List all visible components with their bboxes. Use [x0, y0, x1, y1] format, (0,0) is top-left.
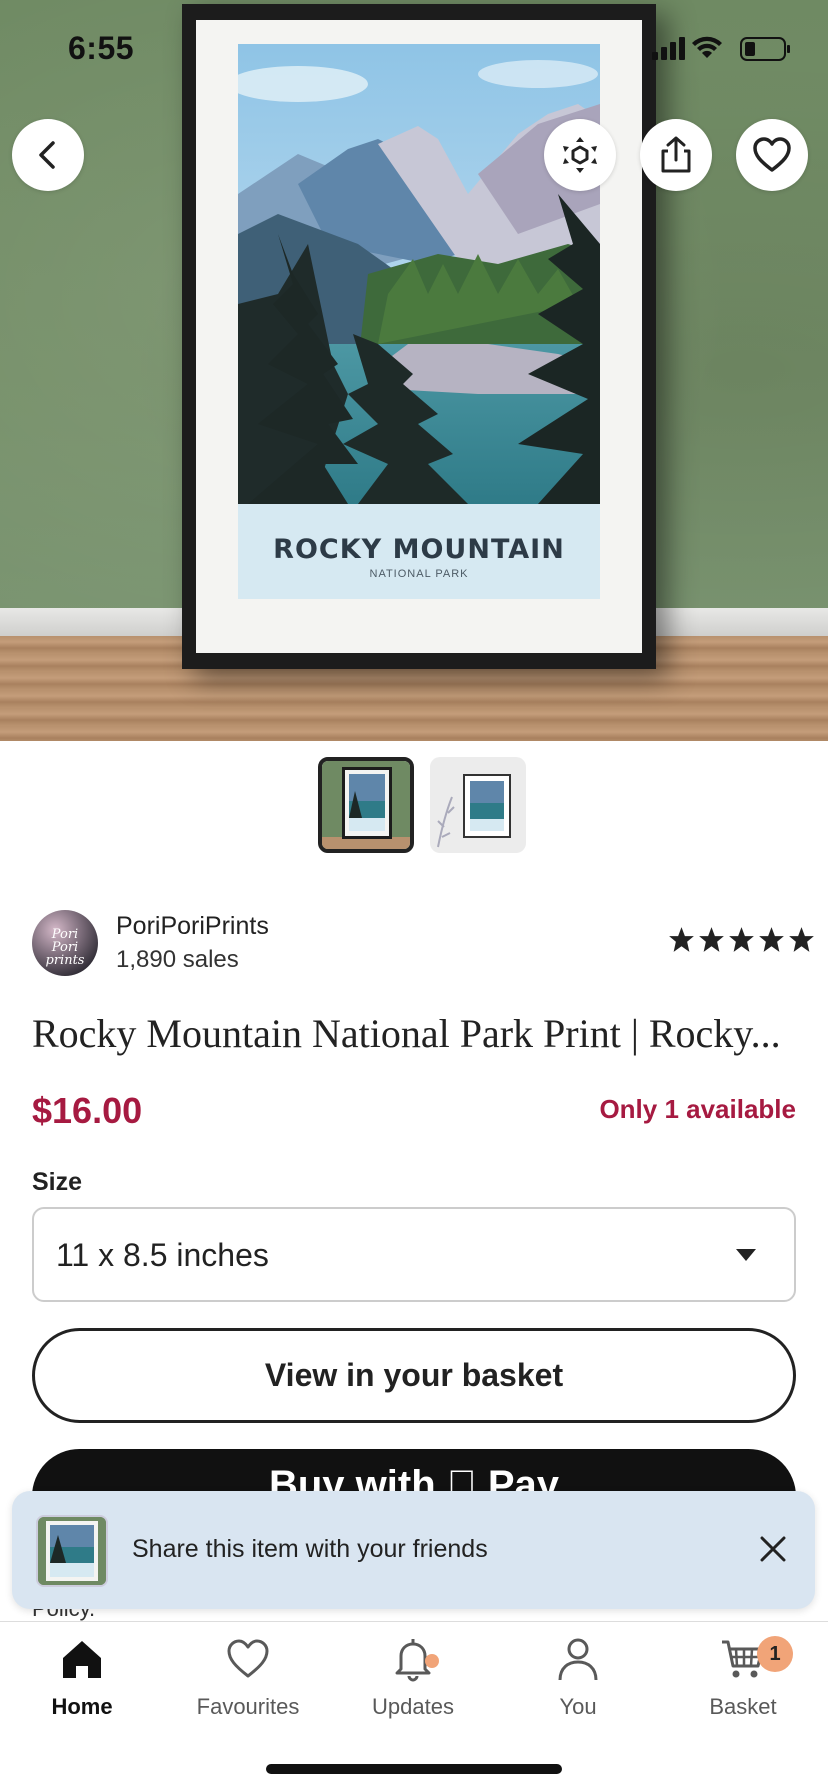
- home-icon: [63, 1641, 101, 1678]
- status-icons: [650, 34, 800, 64]
- cellular-signal-icon: [652, 37, 685, 60]
- tab-basket-label: Basket: [709, 1694, 777, 1719]
- tab-updates[interactable]: Updates: [333, 1636, 493, 1720]
- star-icon: [699, 927, 724, 952]
- basket-badge: 1: [757, 1636, 793, 1672]
- image-thumbnail-1[interactable]: [318, 757, 414, 853]
- close-icon: [760, 1536, 786, 1562]
- shop-avatar[interactable]: Pori Pori prints: [32, 910, 98, 976]
- listing-title[interactable]: Rocky Mountain National Park Print | Roc…: [32, 1010, 802, 1057]
- favourite-button[interactable]: [736, 119, 808, 191]
- ar-view-button[interactable]: [544, 119, 616, 191]
- listing-page: ROCKY MOUNTAIN NATIONAL PARK 6:55 Pori P…: [0, 0, 828, 1792]
- chevron-down-icon: [736, 1249, 756, 1261]
- tab-basket[interactable]: 1 Basket: [663, 1636, 823, 1720]
- heart-icon: [753, 137, 791, 172]
- tab-favourites-label: Favourites: [196, 1694, 300, 1719]
- size-select-value: 11 x 8.5 inches: [56, 1237, 269, 1273]
- share-toast-text: Share this item with your friends: [132, 1535, 488, 1563]
- tab-home[interactable]: Home: [2, 1636, 162, 1720]
- poster-title: ROCKY MOUNTAIN: [273, 534, 565, 565]
- poster-artwork: ROCKY MOUNTAIN NATIONAL PARK: [238, 44, 600, 599]
- size-label: Size: [32, 1168, 83, 1196]
- share-button[interactable]: [640, 119, 712, 191]
- star-icon: [729, 927, 754, 952]
- heart-outline-icon: [227, 1639, 269, 1678]
- tab-favourites[interactable]: Favourites: [168, 1636, 328, 1720]
- star-icon: [789, 927, 814, 952]
- status-time: 6:55: [68, 30, 135, 66]
- shop-avatar-text: Pori Pori prints: [45, 927, 85, 968]
- tab-you-label: You: [559, 1694, 597, 1719]
- tab-updates-label: Updates: [372, 1694, 454, 1719]
- picture-frame: ROCKY MOUNTAIN NATIONAL PARK: [182, 4, 656, 669]
- listing-price: $16.00: [32, 1090, 143, 1131]
- ar-view-icon: [563, 137, 597, 173]
- battery-icon: [740, 37, 790, 61]
- close-toast-button[interactable]: [753, 1529, 793, 1569]
- tab-you[interactable]: You: [498, 1636, 658, 1720]
- back-button[interactable]: [12, 119, 84, 191]
- shop-rating[interactable]: [668, 926, 815, 953]
- poster-subtitle: NATIONAL PARK: [369, 568, 469, 580]
- product-image[interactable]: ROCKY MOUNTAIN NATIONAL PARK: [0, 0, 828, 741]
- share-toast[interactable]: Share this item with your friends: [12, 1491, 815, 1609]
- image-thumbnail-2[interactable]: [430, 757, 526, 853]
- updates-badge-dot: [425, 1654, 439, 1668]
- person-icon: [558, 1638, 598, 1681]
- star-icon: [759, 927, 784, 952]
- star-icon: [669, 927, 694, 952]
- wifi-icon: [692, 36, 722, 58]
- tab-home-label: Home: [51, 1694, 113, 1719]
- home-indicator: [266, 1764, 562, 1774]
- toast-thumbnail: [36, 1515, 108, 1587]
- view-in-basket-button[interactable]: View in your basket: [32, 1328, 796, 1423]
- share-icon: [661, 136, 691, 173]
- shop-name[interactable]: PoriPoriPrints: [116, 912, 269, 941]
- back-icon: [39, 141, 55, 169]
- size-select[interactable]: 11 x 8.5 inches: [32, 1207, 796, 1302]
- shop-sales: 1,890 sales: [116, 946, 239, 973]
- availability-notice: Only 1 available: [599, 1094, 796, 1124]
